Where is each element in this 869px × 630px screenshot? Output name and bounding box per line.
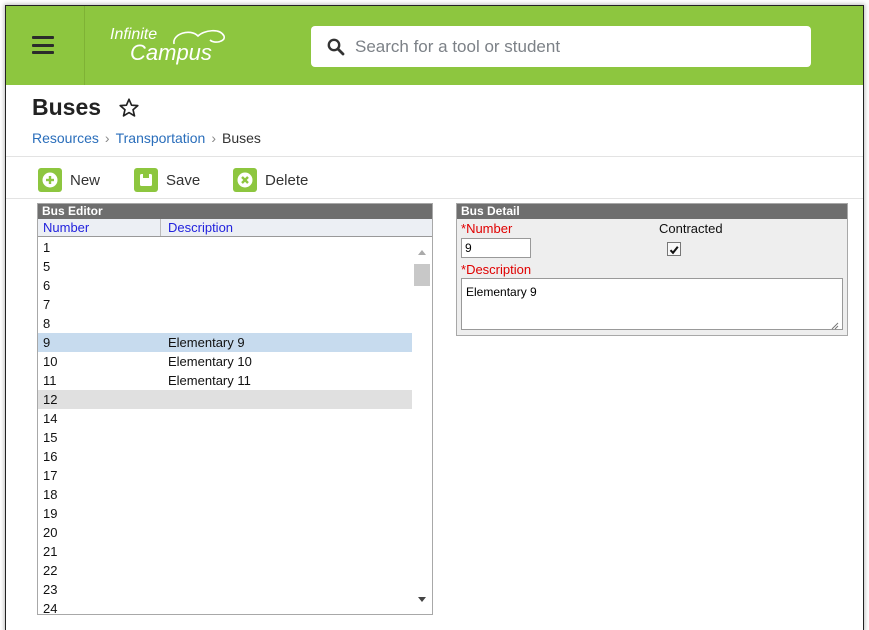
bus-list: 1 5 6 7 8 9 Elementary 9 10 Elementary 10 …	[38, 238, 412, 614]
scrollbar-thumb[interactable]	[414, 264, 430, 286]
table-row[interactable]: 19	[38, 504, 412, 523]
column-header-number[interactable]: Number	[43, 220, 89, 235]
chevron-right-icon: ›	[211, 130, 217, 146]
number-label: *Number	[461, 221, 513, 236]
delete-button[interactable]: Delete	[233, 167, 308, 193]
contracted-label: Contracted	[659, 221, 723, 236]
table-row[interactable]: 5	[38, 257, 412, 276]
x-circle-icon	[233, 168, 257, 192]
app-window: Infinite Campus Buses Resources › Transpor…	[6, 6, 863, 630]
top-bar: Infinite Campus	[6, 6, 863, 85]
table-row[interactable]: 14	[38, 409, 412, 428]
description-label: *Description	[461, 262, 532, 277]
bus-detail-panel: Bus Detail *Number Contracted *Descripti…	[456, 203, 848, 336]
bus-editor-panel: Bus Editor Number Description 1 5 6 7 8 …	[37, 203, 433, 615]
search-box[interactable]	[311, 26, 811, 67]
page-title: Buses	[32, 94, 102, 120]
breadcrumb: Resources › Transportation › Buses	[32, 130, 261, 146]
floppy-disk-icon	[134, 168, 158, 192]
new-button[interactable]: New	[38, 167, 100, 193]
breadcrumb-buses: Buses	[222, 130, 261, 146]
table-row[interactable]: 21	[38, 542, 412, 561]
table-row[interactable]: 11 Elementary 11	[38, 371, 412, 390]
table-row[interactable]: 10 Elementary 10	[38, 352, 412, 371]
table-row[interactable]: 8	[38, 314, 412, 333]
contracted-checkbox[interactable]	[667, 242, 681, 256]
table-row[interactable]: 16	[38, 447, 412, 466]
table-row[interactable]: 15	[38, 428, 412, 447]
table-row[interactable]: 23	[38, 580, 412, 599]
table-row[interactable]: 18	[38, 485, 412, 504]
bus-editor-column-headers: Number Description	[38, 219, 432, 237]
bus-list-scrollbar[interactable]	[412, 238, 432, 614]
checkmark-icon	[669, 246, 679, 255]
table-row[interactable]: 6	[38, 276, 412, 295]
scroll-down-arrow-icon[interactable]	[417, 596, 427, 604]
table-row[interactable]: 20	[38, 523, 412, 542]
save-button[interactable]: Save	[134, 167, 200, 193]
number-field[interactable]	[461, 238, 531, 258]
table-row[interactable]: 1	[38, 238, 412, 257]
plus-circle-icon	[38, 168, 62, 192]
table-row[interactable]: 17	[38, 466, 412, 485]
breadcrumb-resources[interactable]: Resources	[32, 130, 99, 146]
table-row[interactable]: 24	[38, 599, 412, 614]
favorite-star-icon[interactable]	[118, 97, 140, 119]
breadcrumb-transportation[interactable]: Transportation	[116, 130, 206, 146]
bus-detail-header: Bus Detail	[457, 204, 847, 219]
table-row-selected[interactable]: 9 Elementary 9	[38, 333, 412, 352]
column-header-description[interactable]: Description	[168, 220, 233, 235]
search-input[interactable]	[353, 34, 797, 60]
bus-editor-header: Bus Editor	[38, 204, 432, 219]
search-icon	[327, 38, 345, 56]
resize-grip-icon[interactable]	[831, 322, 839, 330]
menu-button[interactable]	[6, 6, 85, 85]
scroll-up-arrow-icon[interactable]	[417, 248, 427, 256]
chevron-right-icon: ›	[104, 130, 110, 146]
table-row-hover[interactable]: 12	[38, 390, 412, 409]
hamburger-icon	[32, 36, 54, 54]
header-divider	[6, 156, 863, 157]
infinite-campus-logo[interactable]: Infinite Campus	[110, 26, 230, 70]
table-row[interactable]: 7	[38, 295, 412, 314]
toolbar-divider	[6, 198, 863, 199]
table-row[interactable]: 22	[38, 561, 412, 580]
logo-swoosh-icon	[173, 29, 225, 45]
description-field[interactable]: Elementary 9	[461, 278, 843, 330]
